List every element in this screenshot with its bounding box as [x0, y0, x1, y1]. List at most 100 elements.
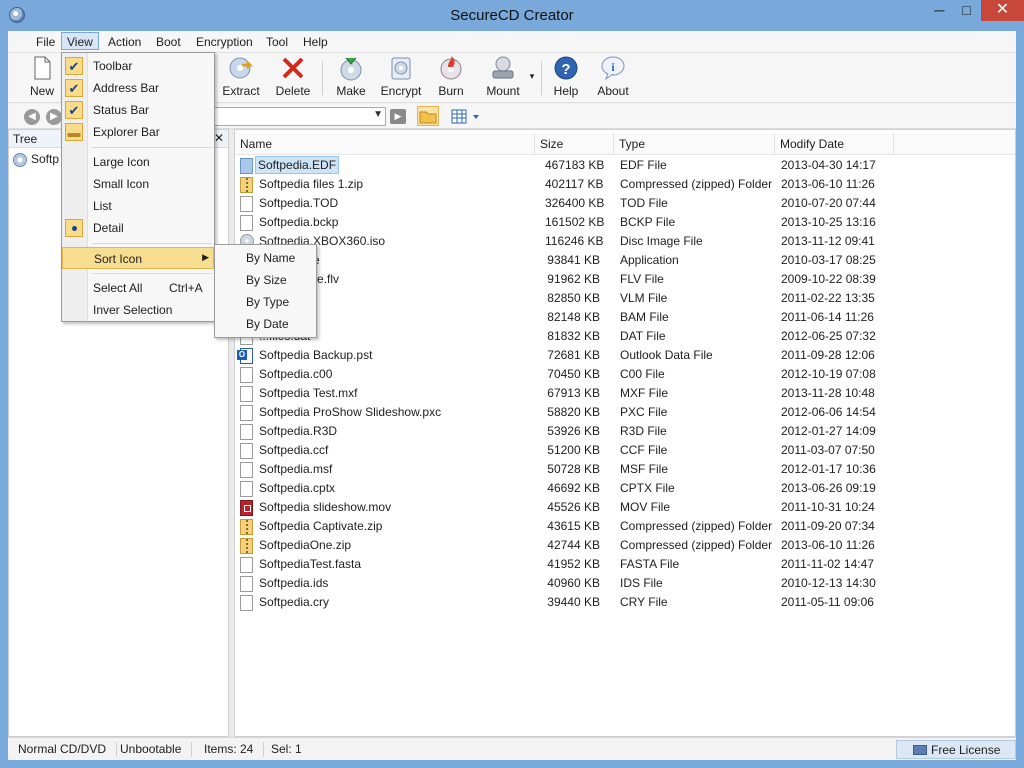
extract-button[interactable]: Extract: [222, 55, 260, 101]
forward-arrow-icon[interactable]: ▶: [46, 109, 62, 125]
status-bar: Normal CD/DVD Unbootable Items: 24 Sel: …: [8, 737, 1016, 760]
burn-button[interactable]: Burn: [436, 55, 466, 101]
help-button[interactable]: ? Help: [551, 55, 581, 101]
table-row[interactable]: ...m82850 KBVLM File2011-02-22 13:35: [235, 289, 1015, 308]
column-size[interactable]: Size: [535, 133, 614, 155]
menu-item-select-all[interactable]: Select All Ctrl+A: [62, 277, 214, 299]
table-row[interactable]: Softpedia Captivate.zip 43615 KB Compresse…: [235, 517, 1015, 536]
table-row[interactable]: Softpedia.cry 39440 KB CRY File 2011-05-11 …: [235, 593, 1015, 612]
table-row[interactable]: Softpedia.cptx 46692 KB CPTX File 2013-06-2…: [235, 479, 1015, 498]
table-row[interactable]: Softpedia.bckp 161502 KB BCKP File 2013-10-…: [235, 213, 1015, 232]
file-name: Softpedia slideshow.mov: [259, 500, 392, 514]
tree-root-node[interactable]: Softp: [13, 152, 59, 170]
table-row[interactable]: Softpedia.TOD 326400 KB TOD File 2010-07-20…: [235, 194, 1015, 213]
new-button[interactable]: New: [28, 55, 56, 101]
license-badge[interactable]: Free License: [896, 740, 1016, 759]
table-row[interactable]: Softpedia.EDF 467183 KB EDF File 2013-04-30…: [235, 156, 1015, 175]
menu-help[interactable]: Help: [298, 34, 333, 52]
file-size: 91962 KB: [547, 272, 600, 286]
table-row[interactable]: Softpedia.msf 50728 KB MSF File 2012-01-17 …: [235, 460, 1015, 479]
file-type: CRY File: [620, 595, 668, 609]
view-mode-button[interactable]: [451, 109, 483, 125]
encrypt-button[interactable]: Encrypt: [380, 55, 422, 101]
menu-item-inver-selection[interactable]: Inver Selection: [62, 299, 214, 321]
make-button[interactable]: Make: [334, 55, 368, 101]
close-button[interactable]: ✕: [981, 0, 1024, 21]
menu-boot[interactable]: Boot: [151, 34, 186, 52]
menu-item-explorer-bar[interactable]: ▬ Explorer Bar: [62, 121, 214, 143]
table-row[interactable]: SoftpediaTest.fasta 41952 KB FASTA File 201…: [235, 555, 1015, 574]
menu-item-status-bar[interactable]: ✔ Status Bar: [62, 99, 214, 121]
folder-toggle-icon[interactable]: [417, 106, 439, 126]
file-type: C00 File: [620, 367, 665, 381]
window-title: SecureCD Creator: [450, 7, 574, 24]
toolbar-separator: [541, 61, 542, 95]
file-date: 2011-09-28 12:06: [781, 348, 875, 362]
menu-item-address-bar[interactable]: ✔ Address Bar: [62, 77, 214, 99]
license-label: Free License: [931, 743, 1001, 757]
column-name[interactable]: Name: [235, 133, 535, 155]
table-row[interactable]: Softpedia.XBOX360.iso 116246 KB Disc Image…: [235, 232, 1015, 251]
folder-icon: ▬: [65, 123, 83, 141]
table-row[interactable]: Softpedia Test.mxf 67913 KB MXF File 2013-1…: [235, 384, 1015, 403]
file-size: 42744 KB: [547, 538, 600, 552]
menu-item-sort-icon[interactable]: Sort Icon ▶: [62, 247, 214, 269]
file-name: Softpedia ProShow Slideshow.pxc: [259, 405, 442, 419]
file-name: Softpedia files 1.zip: [259, 177, 364, 191]
folder-icon: [419, 111, 437, 124]
menu-item-toolbar[interactable]: ✔ Toolbar: [62, 55, 214, 77]
chevron-down-icon[interactable]: ▼: [373, 109, 383, 120]
menu-view[interactable]: View: [61, 32, 99, 50]
minimize-button[interactable]: ─: [926, 0, 953, 21]
column-type[interactable]: Type: [614, 133, 775, 155]
back-arrow-icon[interactable]: ◀: [24, 109, 40, 125]
table-row[interactable]: Softpedia files 1.zip 402117 KB Compressed…: [235, 175, 1015, 194]
address-combo[interactable]: ▼: [213, 107, 386, 126]
table-row[interactable]: Softpedia.ccf 51200 KB CCF File 2011-03-07 …: [235, 441, 1015, 460]
table-row[interactable]: ...ash movie.flv91962 KBFLV File2009-10-…: [235, 270, 1015, 289]
table-row[interactable]: Softpedia Backup.pst 72681 KB Outlook Data…: [235, 346, 1015, 365]
table-row[interactable]: Softpedia.ids 40960 KB IDS File 2010-12-13 …: [235, 574, 1015, 593]
sort-by-size[interactable]: By Size: [215, 269, 316, 291]
file-date: 2011-05-11 09:06: [781, 595, 874, 609]
table-row[interactable]: ...nstall.exe93841 KBApplication2010-03-…: [235, 251, 1015, 270]
file-type: PXC File: [620, 405, 668, 419]
sort-by-date[interactable]: By Date: [215, 313, 316, 335]
menu-item-small-icon[interactable]: Small Icon: [62, 173, 214, 195]
go-arrow-icon[interactable]: ▶: [390, 109, 406, 124]
table-row[interactable]: ...am82148 KBBAM File2011-06-14 11:26: [235, 308, 1015, 327]
table-row[interactable]: Softpedia ProShow Slideshow.pxc 58820 KB P…: [235, 403, 1015, 422]
table-row[interactable]: SoftpediaOne.zip 42744 KB Compressed (zipp…: [235, 536, 1015, 555]
menu-item-detail[interactable]: Detail: [62, 217, 214, 239]
menu-tool[interactable]: Tool: [261, 34, 293, 52]
file-date: 2012-01-17 10:36: [781, 462, 876, 476]
file-name: Softpedia.TOD: [259, 196, 339, 210]
maximize-button[interactable]: □: [953, 0, 980, 21]
file-size: 402117 KB: [545, 177, 604, 191]
column-modify-date[interactable]: Modify Date: [775, 133, 894, 155]
file-type: MXF File: [620, 386, 668, 400]
file-size: 45526 KB: [547, 500, 600, 514]
menu-item-list[interactable]: List: [62, 195, 214, 217]
table-row[interactable]: Softpedia.c00 70450 KB C00 File 2012-10-19 …: [235, 365, 1015, 384]
file-size: 82850 KB: [547, 291, 600, 305]
mount-button[interactable]: Mount: [482, 55, 524, 101]
close-icon[interactable]: ✕: [214, 131, 224, 145]
sort-by-type[interactable]: By Type: [215, 291, 316, 313]
mov-file-icon: [240, 500, 253, 516]
file-date: 2011-06-14 11:26: [781, 310, 874, 324]
file-size: 161502 KB: [545, 215, 605, 229]
menu-encryption[interactable]: Encryption: [191, 34, 258, 52]
table-row[interactable]: Softpedia.R3D 53926 KB R3D File 2012-01-27 …: [235, 422, 1015, 441]
menu-item-large-icon[interactable]: Large Icon: [62, 151, 214, 173]
file-date: 2013-06-26 09:19: [781, 481, 876, 495]
tree-header-label: Tree: [13, 132, 38, 146]
about-button[interactable]: i About: [596, 55, 630, 101]
table-row[interactable]: Softpedia slideshow.mov 45526 KB MOV File 2…: [235, 498, 1015, 517]
menu-action[interactable]: Action: [103, 34, 146, 52]
table-row[interactable]: ...files.dat81832 KBDAT File2012-06-25 0…: [235, 327, 1015, 346]
sort-by-name[interactable]: By Name: [215, 247, 316, 269]
title-bar[interactable]: SecureCD Creator ─ □ ✕: [0, 0, 1024, 31]
menu-file[interactable]: File: [31, 34, 60, 52]
delete-button[interactable]: Delete: [274, 55, 312, 101]
